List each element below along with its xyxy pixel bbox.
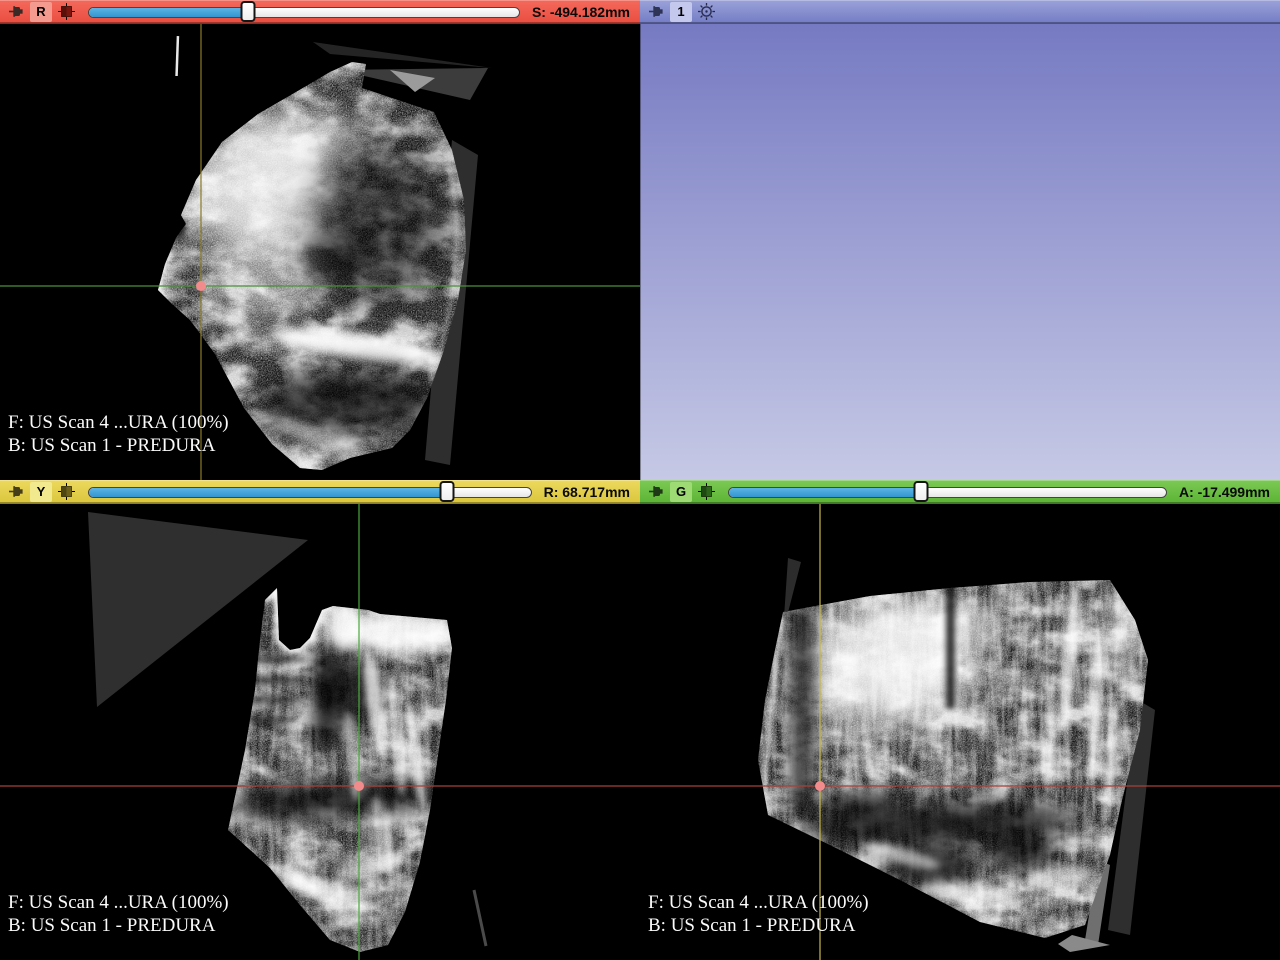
- background-volume-label: B: US Scan 1 - PREDURA: [8, 434, 229, 457]
- threed-controller-bar: 1: [640, 0, 1280, 24]
- slice-offset-slider[interactable]: [88, 482, 532, 502]
- slice-intersection-icon[interactable]: [697, 482, 716, 501]
- background-volume-label: B: US Scan 1 - PREDURA: [648, 914, 869, 937]
- slider-track[interactable]: [88, 7, 520, 18]
- viewport-yellow: Y R: 68.717mm: [0, 480, 640, 960]
- background-volume-label: B: US Scan 1 - PREDURA: [8, 914, 229, 937]
- pushpin-icon[interactable]: [648, 3, 665, 20]
- slider-fill: [729, 488, 922, 497]
- slider-fill: [89, 8, 249, 17]
- slice-offset-slider[interactable]: [728, 482, 1167, 502]
- viewport-3d: 1: [640, 0, 1280, 480]
- threed-scene[interactable]: [640, 24, 1280, 480]
- pushpin-icon[interactable]: [8, 483, 25, 500]
- crosshair-dot[interactable]: [815, 781, 825, 791]
- slice-offset-value: A: -17.499mm: [1179, 484, 1270, 500]
- slice-annotation: F: US Scan 4 ...URA (100%) B: US Scan 1 …: [8, 891, 229, 937]
- viewport-green: G A: -17.499mm: [640, 480, 1280, 960]
- slice-offset-slider[interactable]: [88, 2, 520, 22]
- slice-offset-value: R: 68.717mm: [544, 484, 630, 500]
- slice-view-label-green[interactable]: G: [670, 482, 692, 502]
- red-slice-controller-bar: R S: -494.182mm: [0, 0, 640, 24]
- yellow-slice-controller-bar: Y R: 68.717mm: [0, 480, 640, 504]
- slice-intersection-icon[interactable]: [57, 482, 76, 501]
- pushpin-icon[interactable]: [648, 483, 665, 500]
- slice-offset-value: S: -494.182mm: [532, 4, 630, 20]
- slice-view-label-red[interactable]: R: [30, 2, 52, 22]
- red-slice-view[interactable]: F: US Scan 4 ...URA (100%) B: US Scan 1 …: [0, 24, 640, 480]
- slice-view-label-yellow[interactable]: Y: [30, 482, 52, 502]
- viewport-red: R S: -494.182mm: [0, 0, 640, 480]
- center-view-icon[interactable]: [697, 2, 716, 21]
- slider-fill: [89, 488, 448, 497]
- slice-annotation: F: US Scan 4 ...URA (100%) B: US Scan 1 …: [648, 891, 869, 937]
- slider-handle[interactable]: [240, 1, 255, 22]
- foreground-volume-label: F: US Scan 4 ...URA (100%): [8, 891, 229, 914]
- slider-track[interactable]: [88, 487, 532, 498]
- threed-view-label[interactable]: 1: [670, 2, 692, 22]
- slider-handle[interactable]: [440, 481, 455, 502]
- green-slice-controller-bar: G A: -17.499mm: [640, 480, 1280, 504]
- four-up-layout: R S: -494.182mm: [0, 0, 1280, 960]
- pushpin-icon[interactable]: [8, 3, 25, 20]
- foreground-volume-label: F: US Scan 4 ...URA (100%): [648, 891, 869, 914]
- crosshair-dot[interactable]: [196, 281, 206, 291]
- foreground-volume-label: F: US Scan 4 ...URA (100%): [8, 411, 229, 434]
- crosshair-dot[interactable]: [354, 781, 364, 791]
- green-slice-view[interactable]: F: US Scan 4 ...URA (100%) B: US Scan 1 …: [640, 504, 1280, 960]
- slice-annotation: F: US Scan 4 ...URA (100%) B: US Scan 1 …: [8, 411, 229, 457]
- slider-track[interactable]: [728, 487, 1167, 498]
- slice-intersection-icon[interactable]: [57, 2, 76, 21]
- yellow-slice-view[interactable]: F: US Scan 4 ...URA (100%) B: US Scan 1 …: [0, 504, 640, 960]
- slider-handle[interactable]: [914, 481, 929, 502]
